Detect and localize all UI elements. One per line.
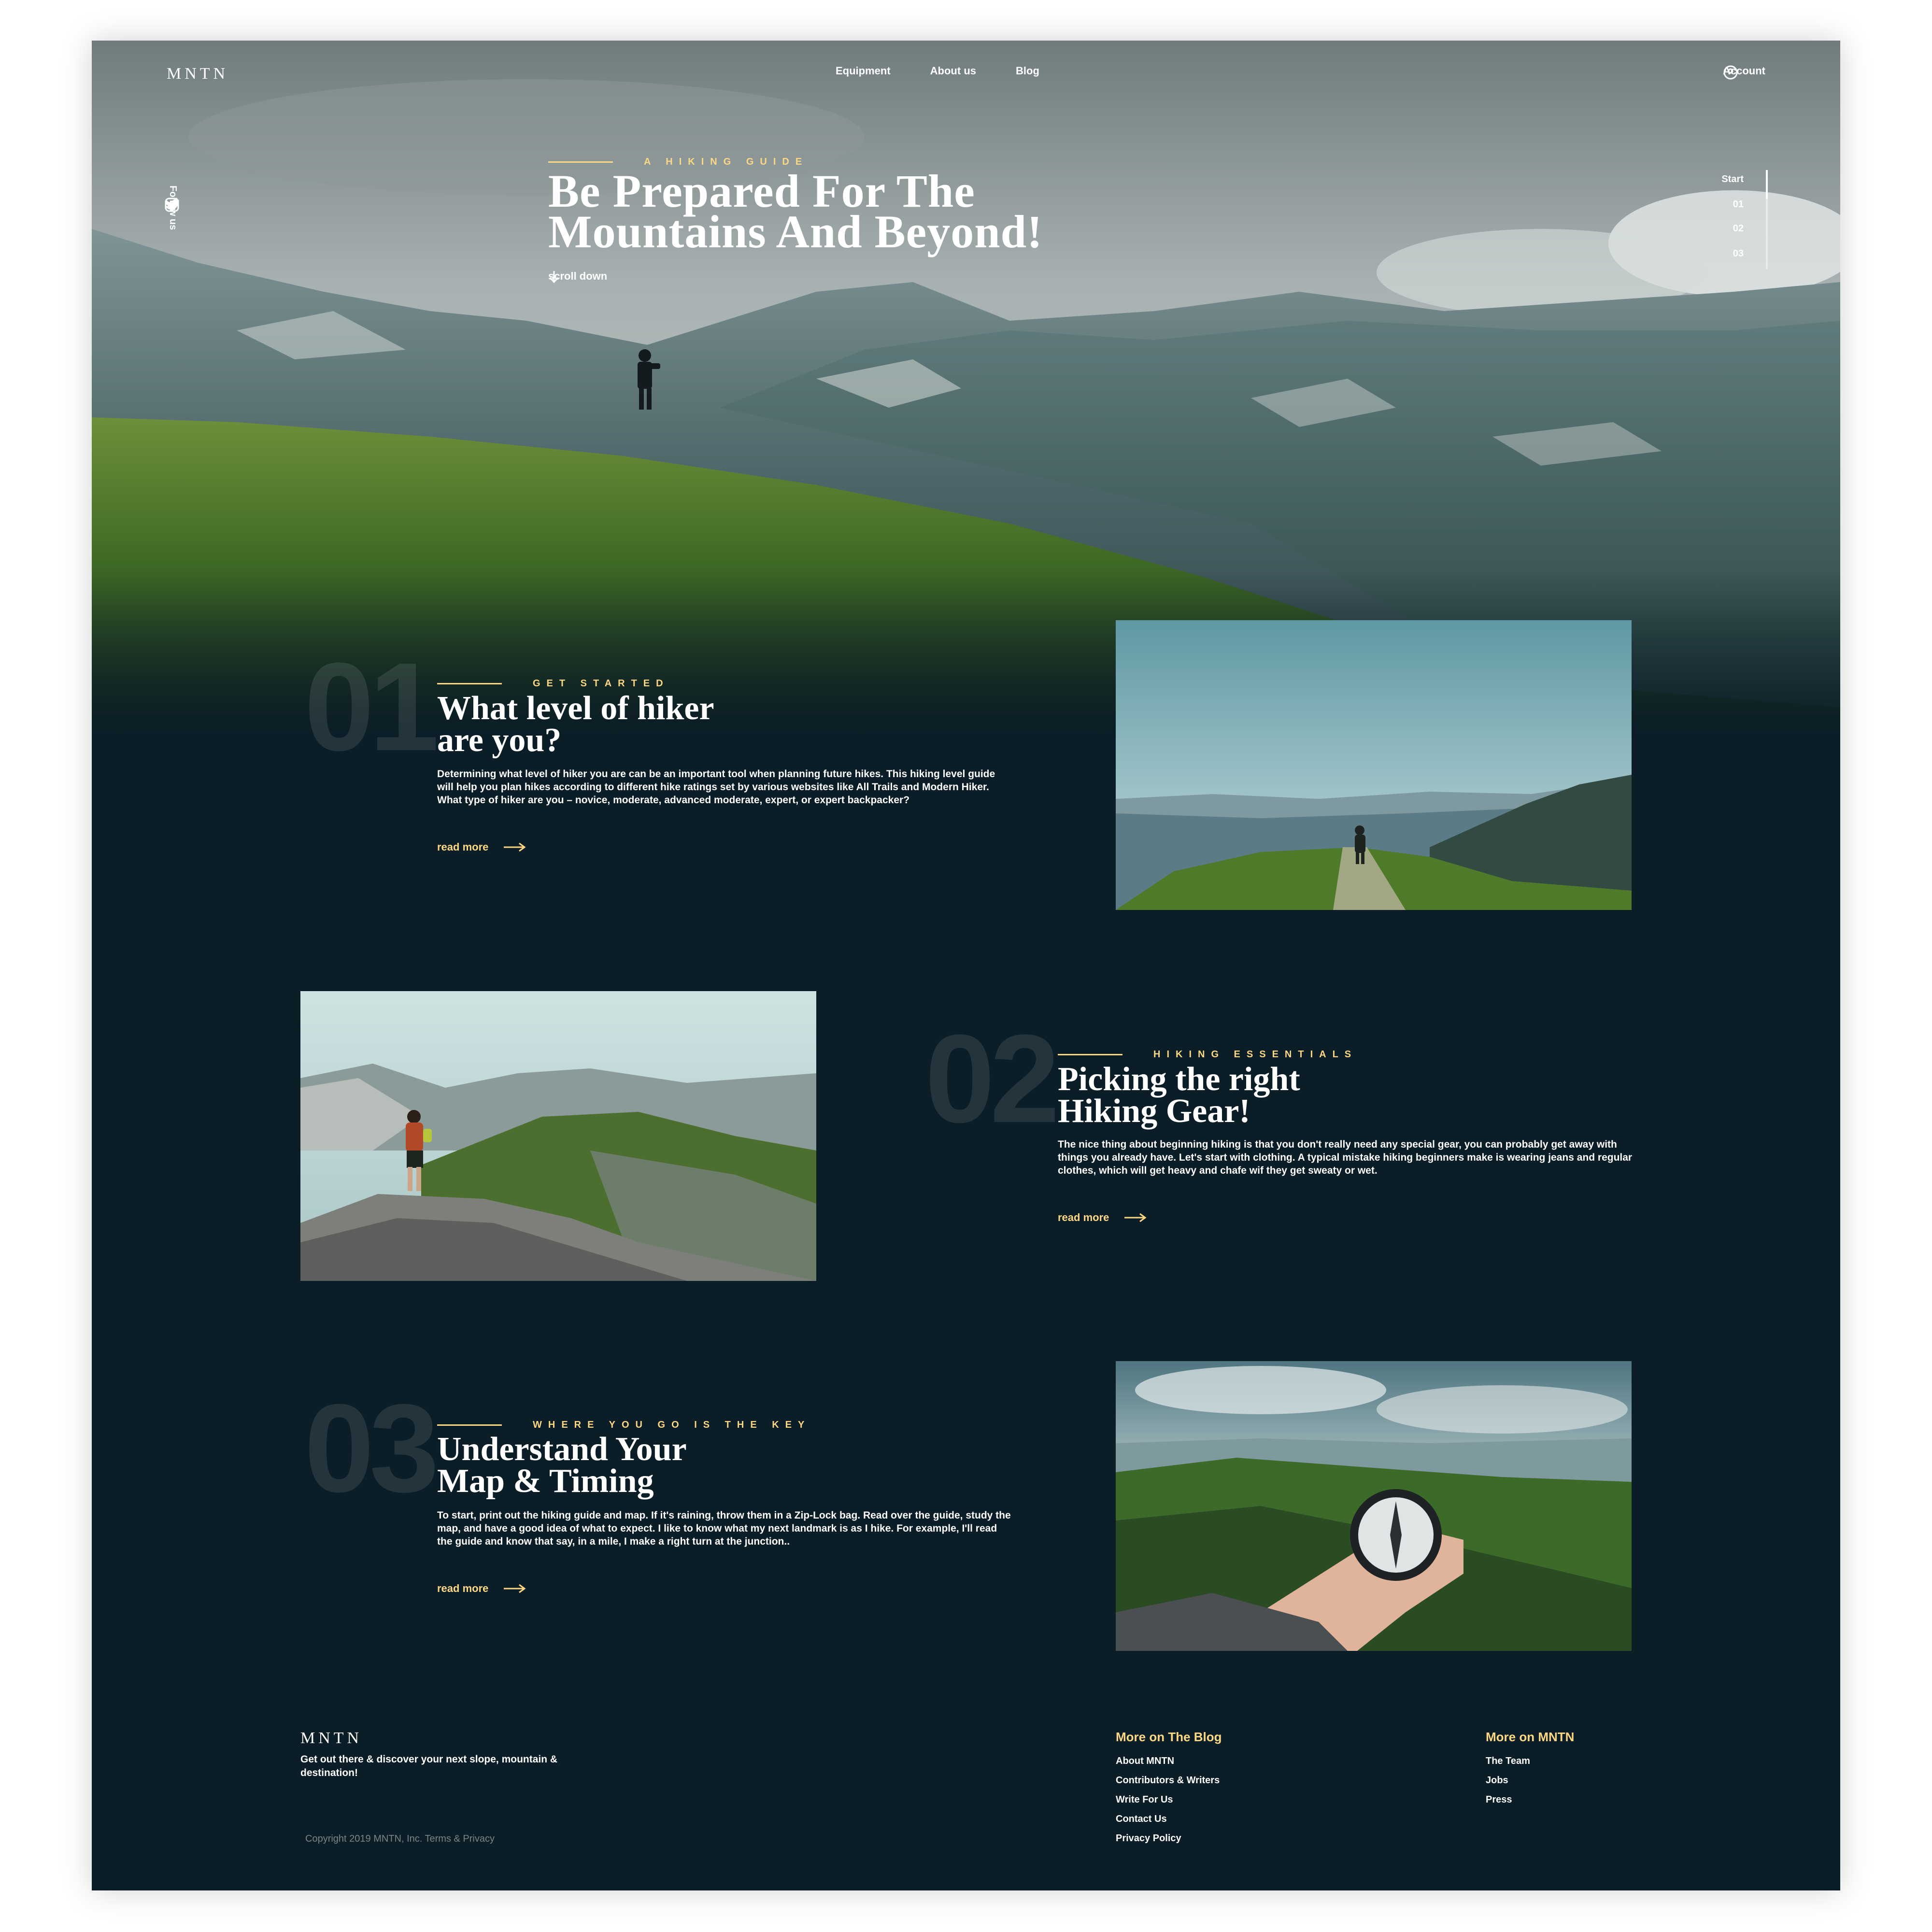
read-more-link[interactable]: read more	[437, 841, 526, 853]
twitter-icon[interactable]	[163, 196, 181, 213]
section-title-line2: Map & Timing	[437, 1463, 654, 1500]
section-photo-hiker-trail	[1116, 620, 1632, 910]
footer-tagline: Get out there & discover your next slope…	[300, 1754, 558, 1778]
section-number: 03	[304, 1378, 439, 1519]
section-photo-hiker-rock	[300, 991, 816, 1281]
section-title: Understand Your Map & Timing	[437, 1431, 687, 1500]
footer-link-contact[interactable]: Contact Us	[1116, 1809, 1222, 1829]
arrow-down-icon	[549, 271, 559, 284]
footer-link-write[interactable]: Write For Us	[1116, 1790, 1222, 1809]
section-eyebrow-text: WHERE YOU GO IS THE KEY	[533, 1420, 811, 1430]
section-title: What level of hiker are you?	[437, 690, 714, 759]
hero-slider-nav: Start 01 02 03	[1671, 170, 1768, 269]
user-circle-icon	[1723, 65, 1738, 80]
section-eyebrow: GET STARTED	[437, 678, 669, 689]
eyebrow-line	[437, 683, 502, 684]
footer-col-mntn: More on MNTN The Team Jobs Press	[1486, 1730, 1574, 1809]
hero-title-line2: Mountains And Beyond!	[548, 206, 1043, 257]
nav-item-about[interactable]: About us	[930, 65, 976, 77]
read-more-link[interactable]: read more	[437, 1582, 526, 1595]
footer-link-jobs[interactable]: Jobs	[1486, 1771, 1574, 1790]
footer-col-blog: More on The Blog About MNTN Contributors…	[1116, 1730, 1222, 1848]
footer-link-press[interactable]: Press	[1486, 1790, 1574, 1809]
read-more-link[interactable]: read more	[1058, 1211, 1147, 1224]
slider-active-indicator	[1766, 170, 1768, 199]
section-number: 01	[304, 637, 439, 777]
main-nav: Equipment About us Blog	[836, 65, 1039, 77]
footer-link-team[interactable]: The Team	[1486, 1751, 1574, 1771]
footer-copyright: Copyright 2019 MNTN, Inc. Terms & Privac…	[305, 1833, 495, 1844]
eyebrow-line	[437, 1424, 502, 1426]
section-title: Picking the right Hiking Gear!	[1058, 1061, 1300, 1130]
read-more-label: read more	[437, 841, 489, 853]
section-body: Determining what level of hiker you are …	[437, 768, 995, 806]
read-more-label: read more	[1058, 1211, 1109, 1223]
nav-item-blog[interactable]: Blog	[1016, 65, 1039, 77]
section-title-line1: What level of hiker	[437, 690, 714, 727]
slider-item-03[interactable]: 03	[1733, 248, 1744, 259]
account-link[interactable]: Account	[1723, 65, 1765, 80]
arrow-right-icon	[504, 842, 526, 852]
section-body: To start, print out the hiking guide and…	[437, 1510, 1011, 1547]
section-title-line2: are you?	[437, 722, 562, 759]
footer-logo[interactable]: MNTN	[300, 1729, 362, 1747]
footer-link-contributors[interactable]: Contributors & Writers	[1116, 1771, 1222, 1790]
footer-link-privacy[interactable]: Privacy Policy	[1116, 1829, 1222, 1848]
section-eyebrow-text: GET STARTED	[533, 678, 669, 689]
hero-title: Be Prepared For The Mountains And Beyond…	[548, 168, 1466, 257]
section-title-line2: Hiking Gear!	[1058, 1093, 1250, 1130]
footer-col-title: More on MNTN	[1486, 1730, 1575, 1744]
follow-us: Follow us	[163, 185, 183, 230]
section-number: 02	[925, 1009, 1060, 1149]
scroll-down-link[interactable]: scroll down	[548, 270, 607, 284]
section-eyebrow: HIKING ESSENTIALS	[1058, 1049, 1357, 1060]
nav-item-equipment[interactable]: Equipment	[836, 65, 891, 77]
read-more-label: read more	[437, 1582, 489, 1594]
arrow-right-icon	[1124, 1213, 1147, 1222]
section-body: The nice thing about beginning hiking is…	[1058, 1139, 1633, 1176]
section-eyebrow-text: HIKING ESSENTIALS	[1153, 1049, 1358, 1060]
section-photo-compass	[1116, 1361, 1632, 1651]
section-title-line1: Understand Your	[437, 1431, 687, 1468]
section-title-line1: Picking the right	[1058, 1061, 1300, 1098]
page: MNTN Equipment About us Blog Account Fol…	[92, 41, 1840, 1890]
slider-start[interactable]: Start	[1721, 174, 1744, 185]
slider-item-02[interactable]: 02	[1733, 223, 1744, 234]
eyebrow-line	[1058, 1054, 1122, 1055]
slider-item-01[interactable]: 01	[1733, 199, 1744, 210]
logo[interactable]: MNTN	[167, 65, 228, 83]
eyebrow-line	[548, 161, 613, 163]
arrow-right-icon	[504, 1584, 526, 1593]
footer-link-about[interactable]: About MNTN	[1116, 1751, 1222, 1771]
section-eyebrow: WHERE YOU GO IS THE KEY	[437, 1420, 810, 1431]
footer-col-title: More on The Blog	[1116, 1730, 1222, 1744]
